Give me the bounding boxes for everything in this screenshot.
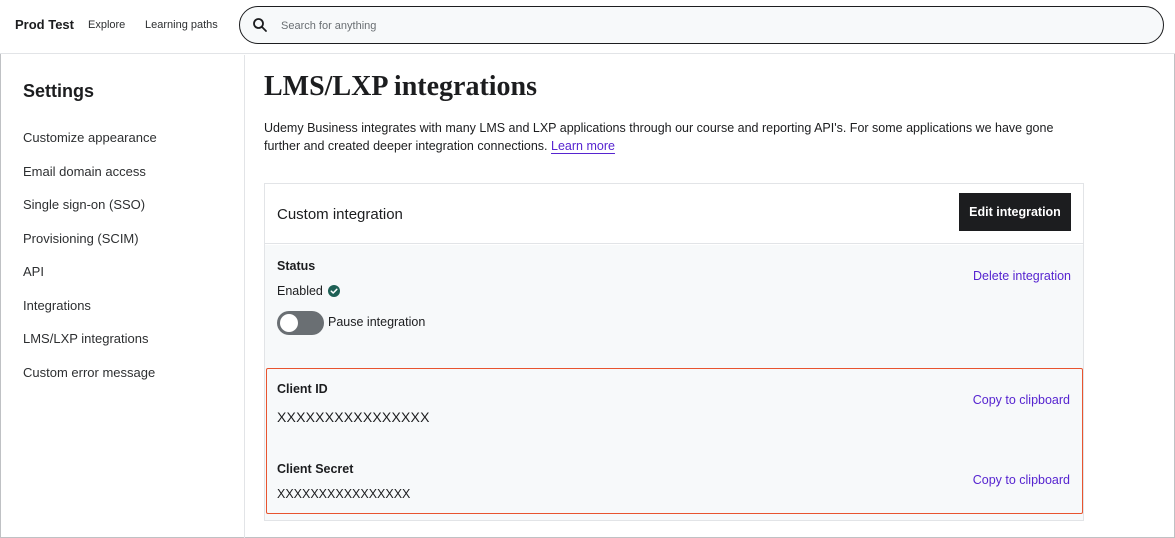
search-input[interactable]: [281, 16, 1141, 35]
sidebar-item-integrations[interactable]: Integrations: [23, 298, 91, 313]
client-id-value: XXXXXXXXXXXXXXXX: [277, 409, 430, 425]
status-label: Status: [277, 259, 316, 273]
delete-integration-link[interactable]: Delete integration: [973, 269, 1071, 283]
sidebar-item-sso[interactable]: Single sign-on (SSO): [23, 197, 145, 212]
settings-sidebar: Settings Customize appearance Email doma…: [0, 55, 245, 538]
client-id-label: Client ID: [277, 382, 328, 396]
sidebar-title: Settings: [23, 81, 95, 101]
card-title: Custom integration: [277, 206, 403, 223]
card-header: Custom integration Edit integration: [265, 184, 1083, 244]
learn-more-link[interactable]: Learn more: [551, 139, 615, 153]
copy-client-secret-link[interactable]: Copy to clipboard: [973, 473, 1070, 487]
sidebar-item-custom-error-message[interactable]: Custom error message: [23, 365, 155, 380]
sidebar-item-lms-lxp-integrations[interactable]: LMS/LXP integrations: [23, 331, 149, 346]
client-secret-label: Client Secret: [277, 462, 354, 476]
nav-explore-link[interactable]: Explore: [88, 19, 125, 31]
sidebar-item-scim[interactable]: Provisioning (SCIM): [23, 231, 139, 246]
client-secret-value: XXXXXXXXXXXXXXXX: [277, 487, 411, 501]
edit-integration-button[interactable]: Edit integration: [959, 193, 1071, 231]
nav-learning-paths-link[interactable]: Learning paths: [145, 19, 218, 31]
copy-client-id-link[interactable]: Copy to clipboard: [973, 393, 1070, 407]
sidebar-item-email-domain-access[interactable]: Email domain access: [23, 164, 146, 179]
pause-integration-toggle[interactable]: [277, 311, 324, 335]
pause-integration-label: Pause integration: [328, 315, 426, 329]
top-nav: Prod Test Explore Learning paths: [0, 0, 1175, 54]
sidebar-item-api[interactable]: API: [23, 264, 44, 279]
search-bar[interactable]: [239, 6, 1164, 44]
page-title: LMS/LXP integrations: [264, 71, 538, 102]
toggle-knob: [280, 314, 298, 332]
description-text: Udemy Business integrates with many LMS …: [264, 121, 1054, 153]
search-icon[interactable]: [252, 17, 268, 33]
sidebar-item-customize-appearance[interactable]: Customize appearance: [23, 130, 157, 145]
status-value-row: Enabled: [277, 284, 340, 298]
check-circle-icon: [327, 285, 340, 297]
status-value: Enabled: [277, 284, 323, 298]
brand-name[interactable]: Prod Test: [15, 17, 74, 32]
page-description: Udemy Business integrates with many LMS …: [264, 119, 1084, 155]
